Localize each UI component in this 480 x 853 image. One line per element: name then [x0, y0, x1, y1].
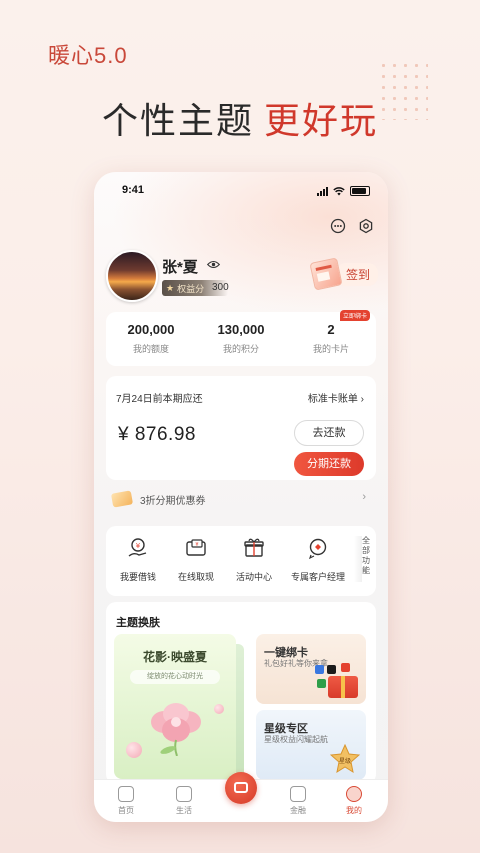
gift-icon [244, 538, 264, 557]
more-icon[interactable] [330, 218, 346, 234]
all-services-link[interactable]: 全部功能 [354, 536, 376, 582]
promo-tag: 暖心5.0 [48, 43, 128, 68]
app-badge-icon [327, 665, 336, 674]
bill-amount: ¥ 876.98 [118, 424, 196, 445]
installment-button[interactable]: 分期还款 [294, 452, 364, 476]
svg-text:¥: ¥ [136, 542, 141, 550]
svg-text:¥: ¥ [195, 542, 198, 548]
promo-headline: 个性主题 更好玩 [0, 92, 480, 144]
coupon-bar[interactable]: 3折分期优惠券 › [106, 486, 376, 512]
bubble-decoration [126, 742, 142, 758]
theme-section: 主题换肤 花影·映盛夏 绽放的花心动时光 一键绑卡 礼包好礼等你来拿 星级专区 … [106, 602, 376, 784]
tab-label: 金融 [290, 806, 306, 815]
service-cash[interactable]: ¥ 在线取现 [168, 536, 224, 583]
stat-value: 200,000 [127, 322, 175, 337]
theme-card-main[interactable]: 花影·映盛夏 绽放的花心动时光 [114, 634, 236, 779]
checkin-label: 签到 [335, 262, 378, 286]
avatar[interactable] [106, 250, 158, 302]
stat-label: 我的卡片 [312, 344, 349, 354]
tab-finance[interactable]: 金融 [278, 786, 318, 816]
status-icons [317, 186, 370, 196]
bag-icon [176, 786, 192, 802]
chevron-right-icon: › [362, 491, 366, 503]
rights-label: 权益分 [177, 283, 205, 294]
stat-points[interactable]: 130,000 我的积分 [196, 322, 286, 355]
tab-label: 我的 [346, 806, 362, 815]
tab-life[interactable]: 生活 [164, 786, 204, 816]
service-loan[interactable]: ¥ 我要借钱 [110, 536, 166, 583]
gift-box-icon [328, 676, 358, 698]
cash-icon: ¥ [186, 539, 206, 556]
profile-icon [346, 786, 362, 802]
eye-icon[interactable] [207, 260, 220, 269]
settings-icon[interactable] [358, 218, 374, 234]
app-badge-icon [341, 663, 350, 672]
service-label: 在线取现 [177, 572, 214, 582]
top-actions [330, 218, 374, 234]
star-badge-icon: 星级 [330, 744, 360, 774]
bubble-decoration [214, 704, 224, 714]
stat-label: 我的额度 [132, 344, 169, 354]
repay-button[interactable]: 去还款 [294, 420, 364, 446]
loan-icon: ¥ [128, 538, 147, 557]
bill-card: 7月24日前本期应还 标准卡账单 › ¥ 876.98 去还款 分期还款 [106, 376, 376, 480]
stat-limit[interactable]: 200,000 我的额度 [106, 322, 196, 355]
status-bar: 9:41 [94, 184, 388, 200]
chevron-right-icon: › [360, 394, 364, 405]
signal-icon [317, 186, 328, 196]
tab-label: 生活 [176, 806, 192, 815]
phone-screen: 9:41 张*夏 ★ 权益分 300 签到 200,000 我的额度 130,0… [94, 172, 388, 822]
tab-mine[interactable]: 我的 [334, 786, 374, 816]
headline-accent: 更好玩 [264, 100, 379, 141]
coupon-icon [110, 490, 134, 508]
wifi-icon [333, 186, 345, 195]
stats-card: 200,000 我的额度 130,000 我的积分 2 我的卡片 立即绑卡 [106, 310, 376, 366]
services-card: ¥ 我要借钱 ¥ 在线取现 活动中心 专属客户经理 全部功能 [106, 526, 376, 596]
service-manager[interactable]: 专属客户经理 [284, 536, 352, 583]
card-center-button[interactable] [225, 772, 257, 804]
bind-card-tag: 立即绑卡 [339, 310, 370, 321]
manager-icon [308, 538, 327, 560]
app-badge-icon [315, 665, 324, 674]
tab-home[interactable]: 首页 [106, 786, 146, 816]
calendar-icon [309, 257, 343, 291]
theme-main-subtitle: 绽放的花心动时光 [130, 670, 220, 684]
rights-value: 300 [212, 282, 229, 293]
service-label: 专属客户经理 [290, 572, 345, 582]
wallet-icon [290, 786, 306, 802]
bill-link-label: 标准卡账单 [307, 394, 358, 405]
star-zone-subtitle: 星级权益闪耀起航 [264, 735, 328, 744]
bill-due-text: 7月24日前本期应还 [116, 394, 203, 405]
app-badge-icon [317, 679, 326, 688]
bottom-tab-bar: 首页 生活 金融 我的 [94, 772, 388, 822]
theme-main-title: 花影·映盛夏 [143, 650, 207, 664]
service-label: 活动中心 [235, 572, 272, 582]
user-name: 张*夏 [162, 259, 198, 276]
stat-label: 我的积分 [222, 344, 259, 354]
star-icon: ★ [166, 282, 175, 293]
bill-link[interactable]: 标准卡账单 › [308, 390, 364, 405]
status-time: 9:41 [122, 184, 145, 196]
service-label: 我要借钱 [119, 572, 156, 582]
stat-value: 130,000 [217, 322, 265, 337]
tab-label: 首页 [118, 806, 134, 815]
battery-icon [350, 186, 370, 196]
headline-main: 个性主题 [101, 100, 254, 141]
bind-card-tile[interactable]: 一键绑卡 礼包好礼等你来拿 [256, 634, 366, 704]
theme-section-title: 主题换肤 [116, 617, 160, 629]
flower-illustration [151, 703, 201, 756]
home-icon [118, 786, 134, 802]
coupon-text: 3折分期优惠券 [140, 495, 206, 507]
svg-text:星级: 星级 [339, 757, 351, 765]
service-activity[interactable]: 活动中心 [226, 536, 282, 583]
theme-card-stack [236, 644, 244, 779]
stat-cards[interactable]: 2 我的卡片 [286, 322, 376, 355]
star-zone-tile[interactable]: 星级专区 星级权益闪耀起航 星级 [256, 710, 366, 780]
stat-value: 2 [327, 322, 335, 337]
checkin-button[interactable]: 签到 [309, 257, 378, 291]
